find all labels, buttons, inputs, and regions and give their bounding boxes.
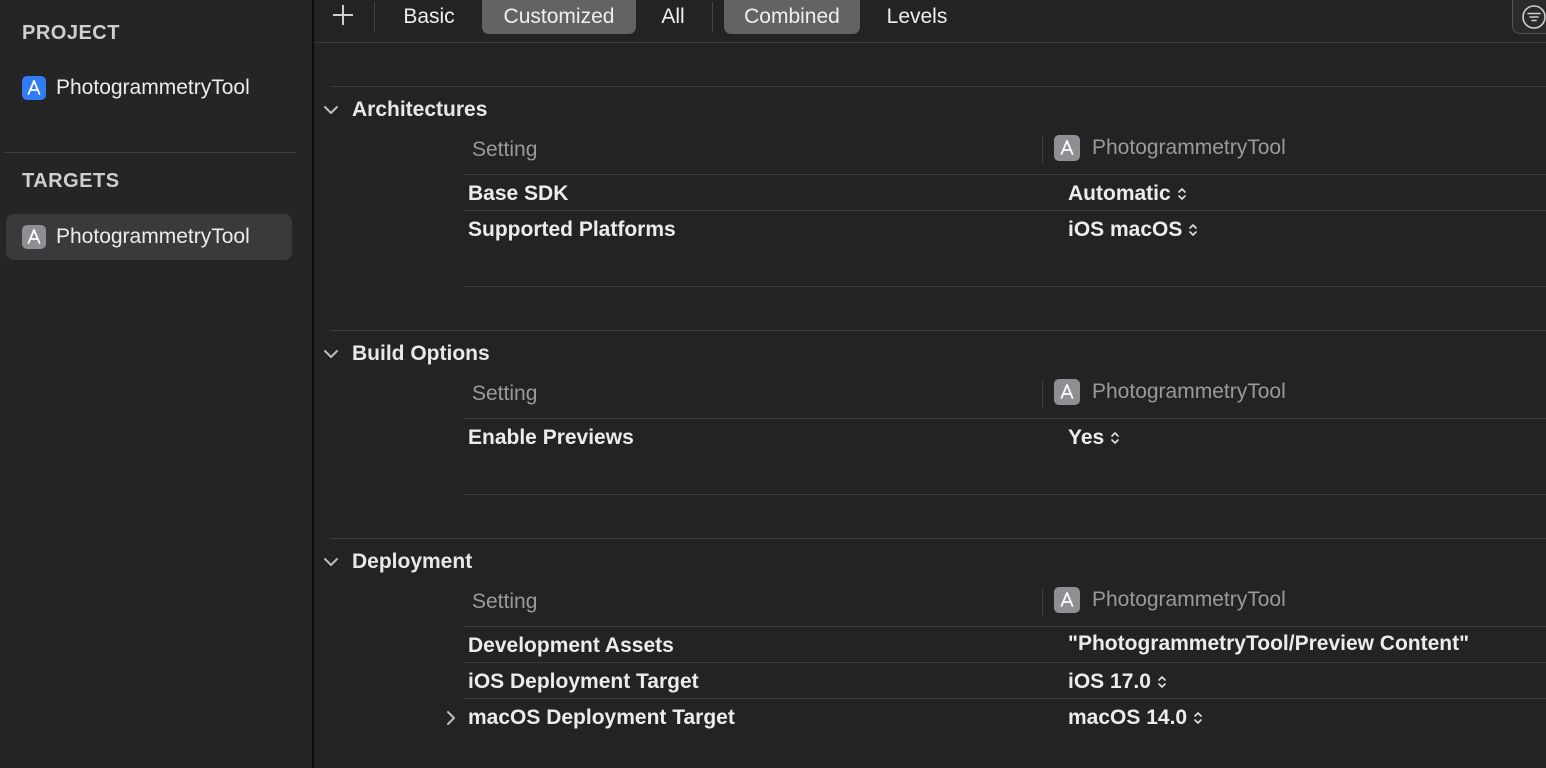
tab-levels[interactable]: Levels — [870, 0, 964, 34]
build-settings-editor: Architectures Setting PhotogrammetryTool… — [314, 43, 1546, 768]
up-down-stepper-icon — [1158, 676, 1166, 688]
setting-name[interactable]: Supported Platforms — [468, 218, 676, 242]
column-header-setting: Setting — [472, 138, 538, 161]
setting-value-label: Yes — [1068, 426, 1105, 449]
section-title-architectures: Architectures — [352, 98, 488, 121]
chevron-down-icon[interactable] — [322, 345, 340, 363]
setting-name[interactable]: macOS Deployment Target — [468, 706, 735, 730]
up-down-stepper-icon — [1111, 432, 1120, 444]
setting-name[interactable]: iOS Deployment Target — [468, 670, 699, 694]
row-divider — [464, 494, 1546, 495]
tab-combined[interactable]: Combined — [724, 0, 860, 34]
row-divider — [464, 698, 1546, 699]
row-divider — [464, 626, 1546, 627]
toolbar-separator — [374, 2, 375, 32]
tab-all[interactable]: All — [646, 0, 700, 34]
column-header-target: PhotogrammetryTool — [1054, 135, 1286, 161]
section-title-build-options: Build Options — [352, 342, 490, 365]
target-header-label: PhotogrammetryTool — [1092, 588, 1286, 611]
setting-value-label: Automatic — [1068, 182, 1171, 205]
setting-value-text[interactable]: "PhotogrammetryTool/Preview Content" — [1068, 632, 1469, 656]
row-divider — [464, 418, 1546, 419]
section-divider — [330, 538, 1546, 539]
add-button[interactable] — [328, 0, 358, 30]
plus-icon — [333, 5, 353, 25]
column-header-setting: Setting — [472, 590, 538, 613]
setting-value-popup[interactable]: macOS 14.0 — [1068, 706, 1203, 730]
target-header-label: PhotogrammetryTool — [1092, 136, 1286, 159]
app-project-icon — [22, 76, 46, 100]
chevron-down-icon[interactable] — [322, 553, 340, 571]
row-divider — [464, 174, 1546, 175]
sidebar-item-label: PhotogrammetryTool — [56, 76, 250, 99]
column-header-setting: Setting — [472, 382, 538, 405]
row-divider — [464, 662, 1546, 663]
up-down-stepper-icon — [1189, 224, 1198, 236]
setting-name[interactable]: Base SDK — [468, 182, 568, 206]
setting-value-popup[interactable]: Automatic — [1068, 182, 1187, 206]
filter-button[interactable] — [1512, 0, 1546, 34]
up-down-stepper-icon — [1177, 188, 1186, 200]
chevron-down-icon[interactable] — [322, 101, 340, 119]
tab-customized[interactable]: Customized — [482, 0, 636, 34]
sidebar-divider — [4, 152, 296, 153]
column-header-target: PhotogrammetryTool — [1054, 379, 1286, 405]
column-separator — [1042, 136, 1043, 164]
section-title-deployment: Deployment — [352, 550, 473, 573]
toolbar: Basic Customized All Combined Levels — [314, 0, 1546, 42]
column-header-target: PhotogrammetryTool — [1054, 587, 1286, 613]
app-target-icon — [1054, 587, 1080, 613]
column-separator — [1042, 380, 1043, 408]
setting-value-popup[interactable]: iOS macOS — [1068, 218, 1198, 242]
chevron-right-icon[interactable] — [444, 709, 458, 727]
setting-value-popup[interactable]: iOS 17.0 — [1068, 670, 1167, 694]
setting-value-label: iOS macOS — [1068, 218, 1183, 241]
tab-basic[interactable]: Basic — [386, 0, 472, 34]
sidebar: PROJECT PhotogrammetryTool TARGETS Photo… — [0, 0, 312, 768]
toolbar-separator — [712, 2, 713, 32]
section-divider — [330, 330, 1546, 331]
filter-icon — [1522, 4, 1546, 29]
sidebar-item-target[interactable]: PhotogrammetryTool — [6, 214, 292, 260]
setting-name[interactable]: Enable Previews — [468, 426, 634, 450]
setting-value-label: "PhotogrammetryTool/Preview Content" — [1068, 632, 1470, 655]
setting-value-popup[interactable]: Yes — [1068, 426, 1120, 450]
sidebar-item-project[interactable]: PhotogrammetryTool — [6, 65, 292, 111]
up-down-stepper-icon — [1194, 712, 1202, 724]
row-divider — [464, 286, 1546, 287]
section-divider — [330, 86, 1546, 87]
sidebar-item-label: PhotogrammetryTool — [56, 225, 250, 248]
setting-value-label: iOS 17.0 — [1068, 670, 1151, 693]
row-divider — [464, 210, 1546, 211]
project-heading: PROJECT — [22, 22, 120, 44]
setting-value-label: macOS 14.0 — [1068, 706, 1188, 729]
setting-name[interactable]: Development Assets — [468, 634, 674, 658]
app-target-icon — [1054, 135, 1080, 161]
app-target-icon — [1054, 379, 1080, 405]
targets-heading: TARGETS — [22, 170, 120, 192]
target-header-label: PhotogrammetryTool — [1092, 380, 1286, 403]
column-separator — [1042, 588, 1043, 616]
app-target-icon — [22, 225, 46, 249]
